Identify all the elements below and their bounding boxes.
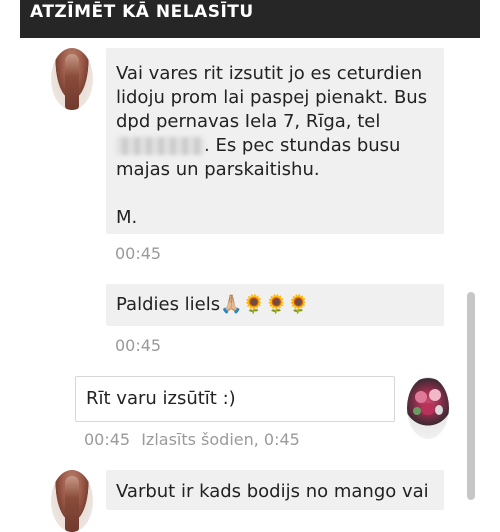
incoming-message-bubble[interactable]: Paldies liels🙏🏼🌻🌻🌻: [106, 284, 444, 326]
message-line: . Es pec stundas busu: [204, 135, 401, 156]
message-line: majas un parskaitishu.: [116, 159, 320, 180]
message-time: 00:45: [84, 430, 131, 449]
message-line: Vai vares rit izsutit jo es ceturdien: [116, 63, 423, 84]
message-line: dpd pernavas Iela 7, Rīga, tel: [116, 111, 381, 132]
redacted-phone: [116, 137, 204, 155]
outgoing-message-bubble[interactable]: Rīt varu izsūtīt :): [75, 376, 395, 422]
message-text: Varbut ir kads bodijs no mango vai: [116, 481, 429, 502]
mark-unread-bar[interactable]: ATZĪMĒT KĀ NELASĪTU: [20, 0, 480, 38]
scrollbar-thumb[interactable]: [467, 292, 475, 500]
message-line: lidoju prom lai paspej pienakt. Bus: [116, 87, 428, 108]
message-line: [116, 182, 427, 206]
message-timestamp: 00:45: [115, 244, 162, 263]
sender-avatar[interactable]: [51, 48, 93, 110]
incoming-message-bubble[interactable]: Varbut ir kads bodijs no mango vai: [106, 470, 444, 510]
message-text: Rīt varu izsūtīt :): [86, 388, 236, 409]
message-timestamp: 00:45: [115, 336, 162, 355]
avatar-figure: [65, 476, 79, 532]
message-timestamp: 00:45 Izlasīts šodien, 0:45: [84, 430, 300, 449]
mark-unread-label[interactable]: ATZĪMĒT KĀ NELASĪTU: [30, 2, 254, 22]
sender-avatar[interactable]: [51, 470, 93, 532]
message-text: Paldies liels🙏🏼🌻🌻🌻: [116, 294, 310, 315]
read-receipt: Izlasīts šodien, 0:45: [141, 430, 300, 449]
message-signature: M.: [116, 207, 138, 228]
incoming-message-bubble[interactable]: Vai vares rit izsutit jo es ceturdien li…: [106, 48, 444, 234]
avatar-figure: [65, 54, 79, 110]
own-avatar[interactable]: [407, 377, 449, 439]
